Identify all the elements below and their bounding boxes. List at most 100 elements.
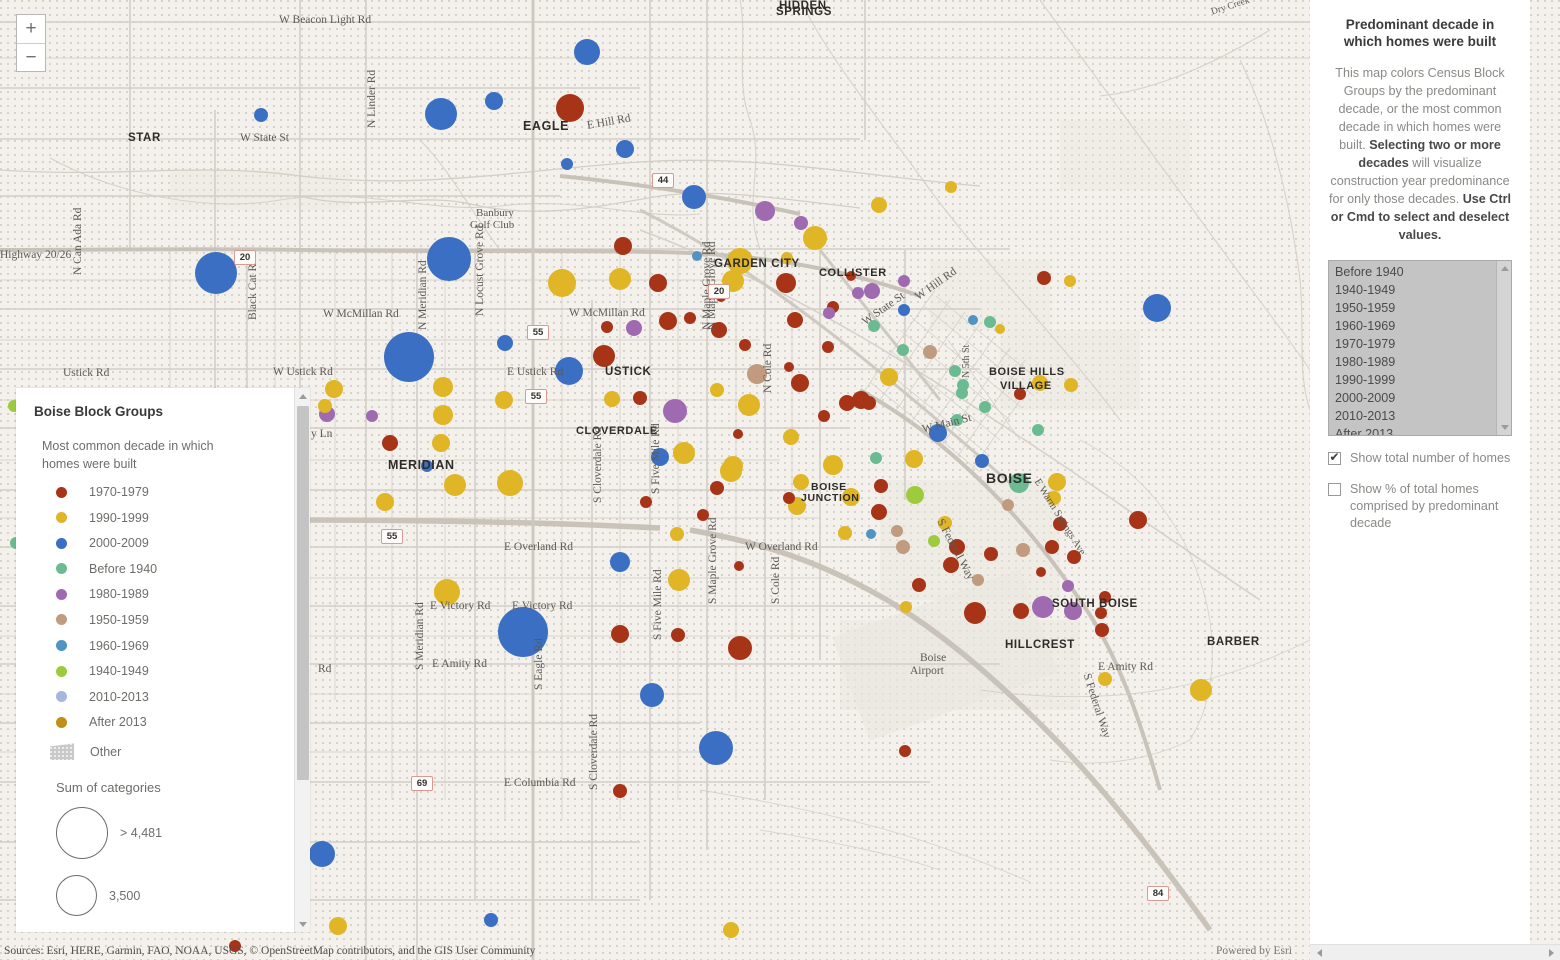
map-data-point[interactable] xyxy=(945,181,957,193)
map-data-point[interactable] xyxy=(611,625,629,643)
map-data-point[interactable] xyxy=(651,448,669,466)
decade-list-scroll-up-icon[interactable] xyxy=(1497,261,1511,276)
map-data-point[interactable] xyxy=(425,98,457,130)
map-data-point[interactable] xyxy=(1064,275,1076,287)
map-data-point[interactable] xyxy=(671,628,685,642)
map-data-point[interactable] xyxy=(1047,491,1061,505)
zoom-out-button[interactable]: − xyxy=(17,44,45,73)
legend-category-row[interactable]: 1940-1949 xyxy=(56,664,276,678)
horizontal-scrollbar[interactable] xyxy=(1310,944,1560,960)
map-data-point[interactable] xyxy=(898,304,910,316)
map-data-point[interactable] xyxy=(912,578,926,592)
map-data-point[interactable] xyxy=(614,237,632,255)
map-data-point[interactable] xyxy=(1009,473,1029,493)
map-data-point[interactable] xyxy=(1095,607,1107,619)
legend-category-row[interactable]: Before 1940 xyxy=(56,562,276,576)
checkbox-show-percent-homes[interactable] xyxy=(1328,483,1341,496)
map-data-point[interactable] xyxy=(783,429,799,445)
map-data-point[interactable] xyxy=(434,579,460,605)
map-data-point[interactable] xyxy=(734,561,744,571)
map-data-point[interactable] xyxy=(366,410,378,422)
map-data-point[interactable] xyxy=(1013,603,1029,619)
map-data-point[interactable] xyxy=(613,784,627,798)
legend-scrollbar[interactable] xyxy=(294,388,310,932)
map-data-point[interactable] xyxy=(784,362,794,372)
map-data-point[interactable] xyxy=(254,108,268,122)
hscroll-right-icon[interactable] xyxy=(1544,945,1558,960)
map-data-point[interactable] xyxy=(376,493,394,511)
map-data-point[interactable] xyxy=(1095,623,1109,637)
legend-category-row[interactable]: 1990-1999 xyxy=(56,511,276,525)
map-data-point[interactable] xyxy=(556,94,584,122)
map-data-point[interactable] xyxy=(793,474,809,490)
map-data-point[interactable] xyxy=(555,357,583,385)
map-data-point[interactable] xyxy=(897,344,909,356)
map-data-point[interactable] xyxy=(968,315,978,325)
map-data-point[interactable] xyxy=(838,526,852,540)
map-data-point[interactable] xyxy=(984,316,996,328)
map-data-point[interactable] xyxy=(1064,378,1078,392)
legend-category-row[interactable]: 1970-1979 xyxy=(56,485,276,499)
map-data-point[interactable] xyxy=(1053,517,1067,531)
map-data-point[interactable] xyxy=(794,216,808,230)
map-data-point[interactable] xyxy=(1099,591,1111,603)
map-data-point[interactable] xyxy=(710,481,724,495)
map-data-point[interactable] xyxy=(561,158,573,170)
legend-category-row[interactable]: 1980-1989 xyxy=(56,587,276,601)
map-data-point[interactable] xyxy=(1002,499,1014,511)
map-data-point[interactable] xyxy=(979,401,991,413)
map-data-point[interactable] xyxy=(783,492,795,504)
display-option-row[interactable]: Show % of total homes comprised by predo… xyxy=(1328,481,1512,532)
decade-list-scrollbar[interactable] xyxy=(1496,261,1511,435)
map-data-point[interactable] xyxy=(1190,679,1212,701)
map-data-point[interactable] xyxy=(822,341,834,353)
decade-option[interactable]: Before 1940 xyxy=(1333,263,1511,281)
map-data-point[interactable] xyxy=(1129,511,1147,529)
map-data-point[interactable] xyxy=(972,574,984,586)
map-data-point[interactable] xyxy=(626,320,642,336)
map-data-point[interactable] xyxy=(495,391,513,409)
map-data-point[interactable] xyxy=(823,455,843,475)
decade-option[interactable]: 1950-1959 xyxy=(1333,299,1511,317)
map-data-point[interactable] xyxy=(723,456,743,476)
map-data-point[interactable] xyxy=(1045,540,1059,554)
map-data-point[interactable] xyxy=(928,535,940,547)
map-data-point[interactable] xyxy=(839,395,855,411)
legend-panel[interactable]: Boise Block Groups Most common decade in… xyxy=(16,388,310,932)
map-data-point[interactable] xyxy=(738,394,760,416)
map-data-point[interactable] xyxy=(497,470,523,496)
map-data-point[interactable] xyxy=(1032,375,1048,391)
map-data-point[interactable] xyxy=(668,569,690,591)
decade-option[interactable]: 1990-1999 xyxy=(1333,371,1511,389)
map-data-point[interactable] xyxy=(874,479,888,493)
legend-category-row[interactable]: 1960-1969 xyxy=(56,639,276,653)
map-data-point[interactable] xyxy=(818,410,830,422)
map-data-point[interactable] xyxy=(755,201,775,221)
map-data-point[interactable] xyxy=(943,557,959,573)
map-data-point[interactable] xyxy=(711,322,727,338)
map-data-point[interactable] xyxy=(864,283,880,299)
decade-option[interactable]: 1940-1949 xyxy=(1333,281,1511,299)
map-data-point[interactable] xyxy=(1062,580,1074,592)
map-data-point[interactable] xyxy=(906,486,924,504)
map-data-point[interactable] xyxy=(382,435,398,451)
decade-option[interactable]: 1980-1989 xyxy=(1333,353,1511,371)
zoom-control[interactable]: + − xyxy=(16,14,46,72)
map-data-point[interactable] xyxy=(1016,543,1030,557)
decade-option[interactable]: After 2013 xyxy=(1333,425,1511,435)
map-data-point[interactable] xyxy=(325,380,343,398)
map-data-point[interactable] xyxy=(938,516,952,530)
map-data-point[interactable] xyxy=(739,339,751,351)
map-data-point[interactable] xyxy=(649,274,667,292)
map-data-point[interactable] xyxy=(329,917,347,935)
map-data-point[interactable] xyxy=(673,442,695,464)
map-data-point[interactable] xyxy=(871,197,887,213)
map-data-point[interactable] xyxy=(900,601,912,613)
legend-scroll-down-icon[interactable] xyxy=(295,916,310,932)
map-data-point[interactable] xyxy=(433,377,453,397)
map-data-point[interactable] xyxy=(951,414,963,426)
map-data-point[interactable] xyxy=(609,268,631,290)
display-option-row[interactable]: Show total number of homes xyxy=(1328,450,1512,467)
map-data-point[interactable] xyxy=(787,312,803,328)
map-data-point[interactable] xyxy=(949,539,965,555)
